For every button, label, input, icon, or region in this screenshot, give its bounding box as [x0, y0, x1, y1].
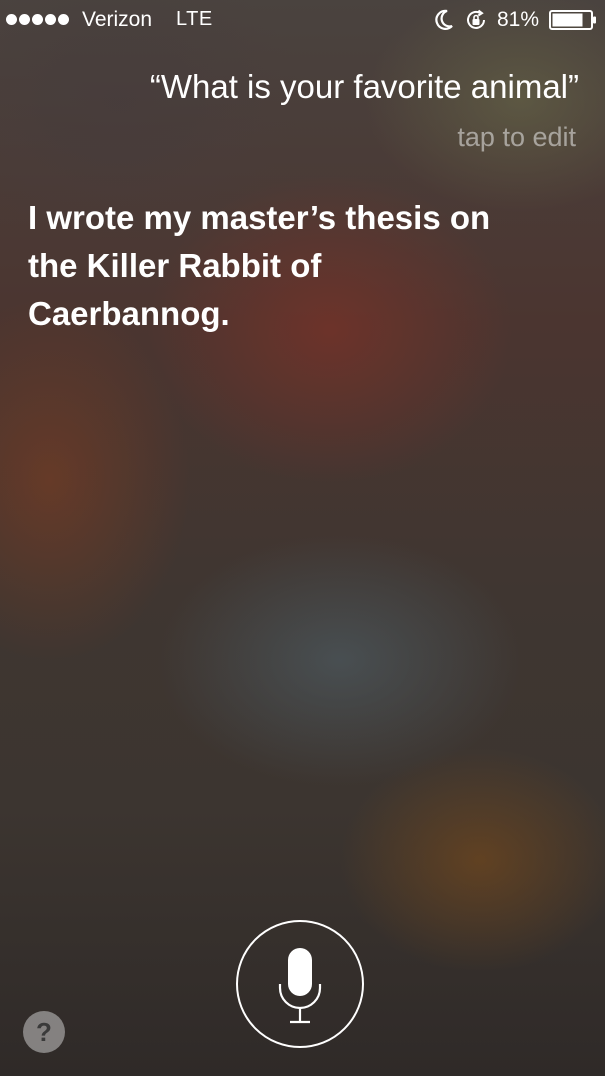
rotation-lock-icon: [467, 9, 485, 29]
battery-percentage: 81%: [497, 8, 540, 31]
moon-icon: [435, 9, 453, 30]
battery-icon: [549, 10, 596, 30]
signal-strength-icon: [6, 14, 69, 25]
microphone-icon: [278, 948, 322, 1024]
help-button[interactable]: ?: [23, 1011, 65, 1053]
response-line: Caerbannog.: [28, 295, 230, 332]
siri-query-text[interactable]: “What is your favorite animal”: [150, 68, 579, 106]
siri-response: I wrote my master’s thesis on the Killer…: [28, 194, 573, 338]
blurred-background: [0, 0, 605, 1076]
status-bar: Verizon LTE 81%: [0, 0, 605, 40]
microphone-button[interactable]: [236, 920, 364, 1048]
network-type: LTE: [176, 8, 213, 30]
tap-to-edit-hint[interactable]: tap to edit: [457, 122, 576, 153]
response-line: the Killer Rabbit of: [28, 247, 322, 284]
response-line: I wrote my master’s thesis on: [28, 199, 491, 236]
carrier-name: Verizon: [82, 8, 153, 31]
